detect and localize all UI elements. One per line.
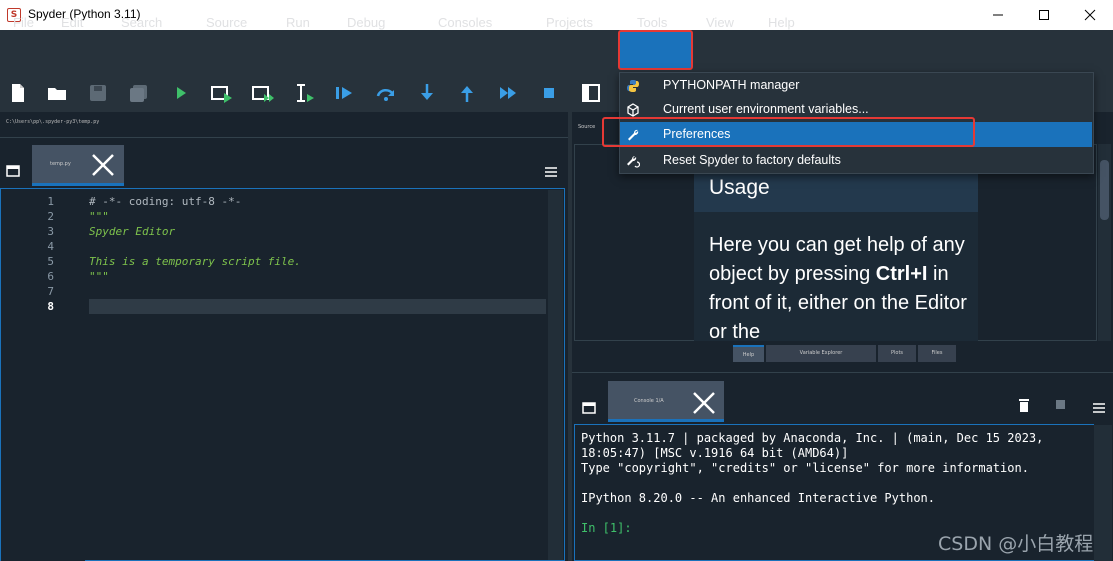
new-file-icon[interactable] — [7, 82, 29, 104]
usage-description: Here you can get help of any object by p… — [709, 231, 971, 347]
browse-tabs-icon[interactable] — [6, 162, 20, 177]
run-cell-advance-icon[interactable] — [251, 82, 274, 104]
python-icon — [626, 78, 640, 92]
console-line: Type "copyright", "credits" or "license"… — [581, 461, 1029, 475]
console-line: 18:05:47) [MSC v.1916 64 bit (AMD64)] — [581, 446, 849, 460]
run-selection-icon[interactable] — [294, 82, 316, 104]
menu-view[interactable]: View — [706, 15, 734, 30]
line-number-current: 8 — [47, 300, 54, 313]
menu-label-pythonpath: PYTHONPATH manager — [663, 78, 800, 92]
console-options-menu-icon[interactable] — [1092, 399, 1106, 413]
tab-plots[interactable]: Plots — [878, 345, 916, 362]
menu-file[interactable]: File — [13, 15, 34, 30]
menu-projects[interactable]: Projects — [546, 15, 593, 30]
console-prompt: In [1]: — [581, 521, 632, 535]
help-scrollbar-thumb[interactable] — [1100, 160, 1109, 220]
browse-console-tabs-icon[interactable] — [582, 399, 596, 414]
line-number: 7 — [47, 285, 54, 298]
step-over-icon[interactable] — [375, 82, 397, 104]
stop-console-icon[interactable] — [1056, 400, 1065, 409]
run-icon[interactable] — [170, 82, 192, 104]
open-folder-icon[interactable] — [46, 82, 68, 104]
tools-menu-highlight — [618, 30, 693, 70]
code-line: """ — [89, 270, 109, 283]
debug-run-icon[interactable] — [334, 82, 356, 104]
menu-label-reset-spyder: Reset Spyder to factory defaults — [663, 153, 841, 167]
menu-run[interactable]: Run — [286, 15, 310, 30]
step-into-icon[interactable] — [416, 82, 438, 104]
preferences-highlight-box — [602, 117, 975, 147]
reset-wrench-icon — [626, 153, 641, 168]
minimize-window-button[interactable] — [975, 0, 1021, 30]
menu-bar — [0, 30, 1113, 74]
current-line-highlight — [89, 299, 546, 314]
line-number: 2 — [47, 210, 54, 223]
close-console-tab-icon[interactable] — [692, 391, 716, 415]
close-tab-icon[interactable] — [91, 153, 115, 177]
save-all-icon[interactable] — [128, 82, 150, 104]
menu-consoles[interactable]: Consoles — [438, 15, 492, 30]
close-icon — [1084, 9, 1096, 21]
maximize-window-button[interactable] — [1021, 0, 1067, 30]
tab-help[interactable]: Help — [733, 345, 764, 362]
menu-search[interactable]: Search — [121, 15, 162, 30]
line-number: 3 — [47, 225, 54, 238]
tab-files[interactable]: Files — [918, 345, 956, 362]
editor-options-menu-icon[interactable] — [544, 163, 558, 177]
stop-icon[interactable] — [538, 82, 560, 104]
clear-console-icon[interactable] — [1018, 397, 1030, 412]
code-line: This is a temporary script file. — [89, 255, 301, 268]
save-icon[interactable] — [87, 82, 109, 104]
code-line: # -*- coding: utf-8 -*- — [89, 195, 242, 208]
menu-edit[interactable]: Edit — [61, 15, 83, 30]
editor-tab-label: temp.py — [50, 161, 71, 167]
code-line: Spyder Editor — [89, 225, 176, 238]
minimize-icon — [993, 14, 1003, 16]
line-number: 4 — [47, 240, 54, 253]
continue-icon[interactable] — [497, 82, 519, 104]
editor-scrollbar[interactable] — [548, 190, 563, 560]
help-source-label: Source — [578, 124, 596, 130]
console-line: IPython 8.20.0 -- An enhanced Interactiv… — [581, 491, 936, 505]
usage-title: Usage — [709, 176, 770, 199]
step-return-icon[interactable] — [456, 82, 478, 104]
console-scrollbar[interactable] — [1094, 425, 1112, 561]
menu-debug[interactable]: Debug — [347, 15, 385, 30]
console-tab-label: Console 1/A — [634, 398, 664, 404]
usage-shortcut: Ctrl+I — [875, 263, 928, 285]
menu-source[interactable]: Source — [206, 15, 247, 30]
watermark: CSDN @小白教程 — [938, 533, 1094, 555]
menu-tools[interactable]: Tools — [637, 15, 667, 30]
line-number: 1 — [47, 195, 54, 208]
code-line: """ — [89, 210, 109, 223]
run-cell-icon[interactable] — [210, 82, 232, 104]
close-window-button[interactable] — [1067, 0, 1113, 30]
line-number: 6 — [47, 270, 54, 283]
editor-path-bar — [0, 112, 568, 138]
tab-variable-explorer[interactable]: Variable Explorer — [766, 345, 876, 362]
editor-file-path: C:\Users\pp\.spyder-py3\temp.py — [6, 119, 100, 125]
cube-icon — [626, 102, 640, 117]
line-number: 5 — [47, 255, 54, 268]
maximize-icon — [1039, 10, 1049, 20]
menu-help[interactable]: Help — [768, 15, 795, 30]
console-line: Python 3.11.7 | packaged by Anaconda, In… — [581, 431, 1044, 445]
maximize-pane-icon[interactable] — [580, 82, 602, 104]
menu-label-env-variables: Current user environment variables... — [663, 102, 869, 116]
